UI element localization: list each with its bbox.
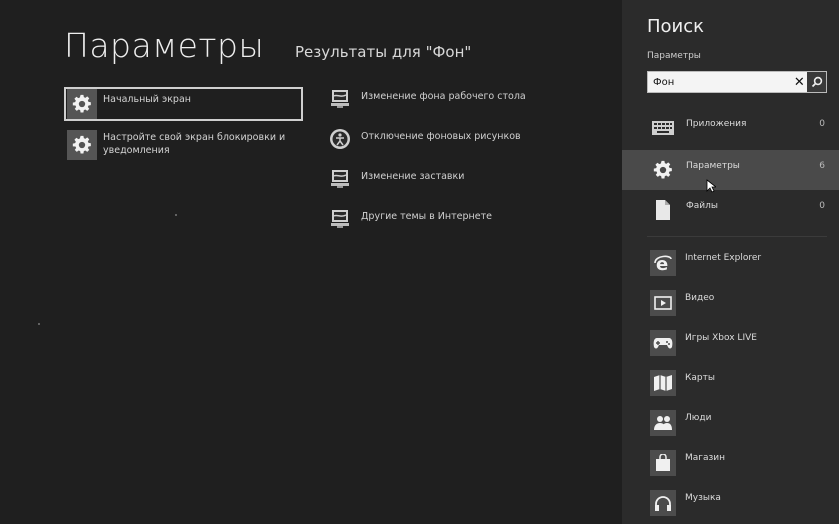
search-pane-title: Поиск [647, 16, 705, 37]
search-scope-label: Параметры [647, 51, 701, 61]
result-label: Изменение фона рабочего стола [361, 91, 526, 102]
gear-icon [650, 157, 676, 183]
app-label: Музыка [685, 493, 721, 503]
search-button[interactable] [807, 72, 826, 92]
file-icon [650, 197, 676, 223]
page-title: Параметры [64, 26, 265, 65]
result-change-desktop-background[interactable]: Изменение фона рабочего стола [329, 88, 526, 114]
mouse-pointer [706, 179, 716, 193]
search-icon [811, 76, 822, 88]
result-label: Другие темы в Интернете [361, 211, 492, 222]
setting-lock-screen[interactable]: Настройте свой экран блокировки и уведом… [64, 128, 303, 162]
results-heading: Результаты для "Фон" [295, 43, 472, 61]
setting-label: Настройте свой экран блокировки и уведом… [103, 132, 286, 156]
scope-apps[interactable]: Приложения 0 [622, 108, 839, 148]
setting-label: Начальный экран [103, 94, 191, 105]
scope-count: 0 [819, 201, 825, 211]
scope-label: Файлы [686, 201, 718, 211]
scope-files[interactable]: Файлы 0 [622, 190, 839, 230]
app-label: Игры Xbox LIVE [685, 333, 757, 343]
display-settings-icon [329, 168, 351, 190]
decor-dot [38, 323, 40, 325]
internet-explorer-icon: e [650, 250, 676, 276]
app-music[interactable]: Музыка [622, 484, 839, 522]
result-change-screensaver[interactable]: Изменение заставки [329, 168, 464, 194]
search-input[interactable] [648, 73, 792, 91]
scope-label: Приложения [686, 119, 747, 129]
app-label: Люди [685, 413, 712, 423]
clear-search-button[interactable]: ✕ [791, 72, 807, 92]
display-settings-icon [329, 208, 351, 230]
settings-results-area: Параметры Результаты для "Фон" Начальный… [0, 0, 622, 524]
result-disable-background-images[interactable]: Отключение фоновых рисунков [329, 128, 521, 154]
app-label: Internet Explorer [685, 253, 762, 263]
app-internet-explorer[interactable]: e Internet Explorer [622, 244, 839, 282]
ease-of-access-icon [329, 128, 351, 150]
search-pane: Поиск Параметры ✕ Приложения 0 Параметры… [622, 0, 839, 524]
scope-label: Параметры [686, 161, 740, 171]
app-maps[interactable]: Карты [622, 364, 839, 402]
gear-icon [67, 130, 97, 160]
result-label: Отключение фоновых рисунков [361, 131, 521, 142]
headphones-icon [650, 490, 676, 516]
pane-divider [647, 236, 827, 237]
scope-count: 0 [819, 119, 825, 129]
display-settings-icon [329, 88, 351, 110]
setting-start-screen[interactable]: Начальный экран [64, 87, 303, 121]
video-icon [650, 290, 676, 316]
decor-dot [175, 214, 177, 216]
app-video[interactable]: Видео [622, 284, 839, 322]
result-more-themes-online[interactable]: Другие темы в Интернете [329, 208, 492, 234]
gear-icon [67, 89, 97, 119]
app-label: Карты [685, 373, 715, 383]
app-people[interactable]: Люди [622, 404, 839, 442]
map-icon [650, 370, 676, 396]
app-label: Магазин [685, 453, 726, 463]
app-store[interactable]: Магазин [622, 444, 839, 482]
app-label: Видео [685, 293, 715, 303]
keyboard-icon [650, 115, 676, 141]
store-bag-icon [650, 450, 676, 476]
search-box: ✕ [647, 71, 827, 93]
app-xbox-live-games[interactable]: Игры Xbox LIVE [622, 324, 839, 362]
people-icon [650, 410, 676, 436]
scope-count: 6 [819, 161, 825, 171]
close-icon: ✕ [793, 74, 805, 90]
result-label: Изменение заставки [361, 171, 465, 182]
scope-settings[interactable]: Параметры 6 [622, 150, 839, 190]
gamepad-icon [650, 330, 676, 356]
